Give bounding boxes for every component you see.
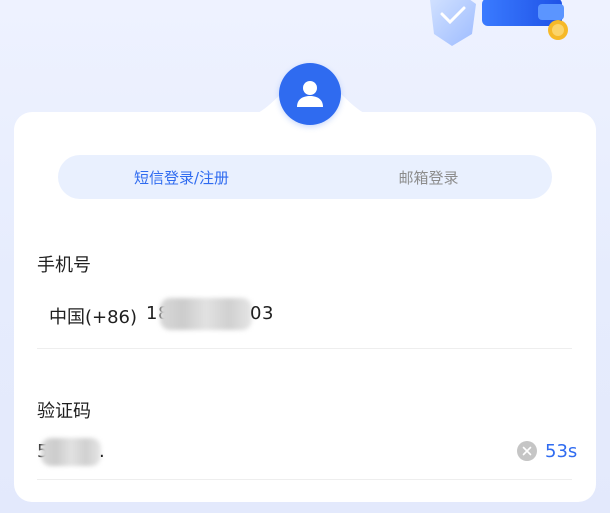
avatar: [279, 63, 341, 125]
code-label: 验证码: [37, 401, 91, 422]
clear-button[interactable]: [517, 441, 537, 461]
user-icon: [297, 81, 323, 107]
clear-icon: [522, 446, 532, 456]
phone-label: 手机号: [37, 255, 91, 276]
phone-input[interactable]: 18 03: [146, 296, 386, 332]
shield-coin-illustration-icon: [430, 0, 568, 46]
code-input[interactable]: 5 .: [37, 438, 237, 468]
tab-sms-login[interactable]: 短信登录/注册: [58, 155, 305, 199]
phone-redaction-mask: [160, 298, 252, 330]
code-row: 5 . 53s: [37, 432, 577, 480]
code-value-suffix: .: [99, 441, 105, 462]
phone-row: 中国(+86) 18 03: [37, 292, 572, 349]
tab-email-login[interactable]: 邮箱登录: [305, 155, 552, 199]
code-redaction-mask: [41, 438, 101, 466]
country-code-selector[interactable]: 中国(+86): [49, 303, 137, 329]
resend-countdown[interactable]: 53s: [545, 441, 577, 462]
phone-value-suffix: 03: [250, 303, 274, 324]
login-tabs: 短信登录/注册 邮箱登录: [58, 155, 552, 199]
